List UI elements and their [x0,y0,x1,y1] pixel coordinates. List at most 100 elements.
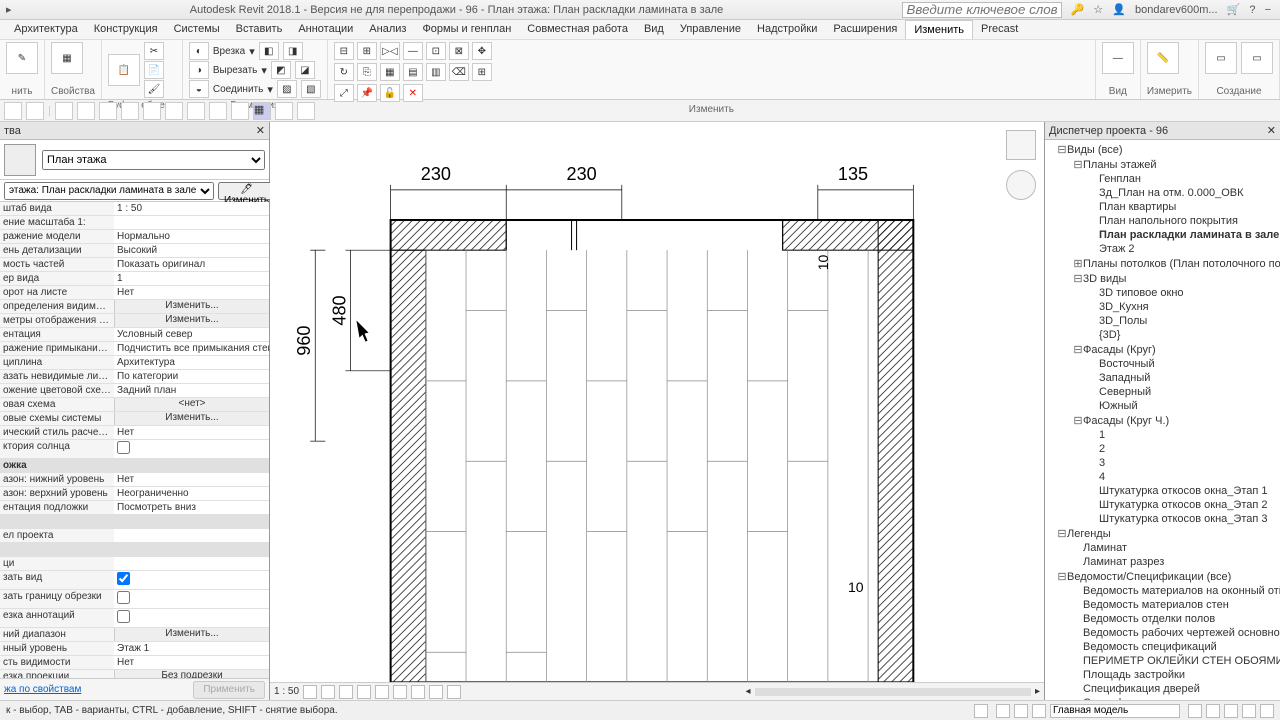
tree-node[interactable]: 3 [1045,456,1280,470]
match-icon[interactable]: 🖌 [144,80,164,98]
tree-node[interactable]: ПЕРИМЕТР ОКЛЕЙКИ СТЕН ОБОЯМИ [1045,654,1280,668]
tree-node[interactable]: Генплан [1045,172,1280,186]
create-button[interactable]: ▭ [1205,42,1237,74]
apply-button[interactable]: Применить [193,681,265,699]
tree-node[interactable]: Северный [1045,385,1280,399]
extend-icon[interactable]: — [403,42,423,60]
user-icon[interactable]: 👤 [1112,3,1126,16]
ribbon-tab[interactable]: Системы [166,20,228,39]
property-row[interactable]: азон: нижний уровеньНет [0,473,269,487]
cart-icon[interactable]: 🛒 [1227,3,1241,16]
ribbon-tab[interactable]: Конструкция [86,20,166,39]
cut-geom-icon[interactable]: ◑ [189,61,209,79]
properties-grid[interactable]: штаб вида1 : 50ение масштаба 1:ражение м… [0,202,269,678]
property-row[interactable]: ение масштаба 1: [0,216,269,230]
properties-help-link[interactable]: жа по свойствам [4,684,81,695]
tree-node[interactable]: ⊟Ведомости/Спецификации (все) [1045,569,1280,584]
tree-node[interactable]: 3D типовое окно [1045,286,1280,300]
property-row[interactable]: штаб вида1 : 50 [0,202,269,216]
workset-input[interactable] [1050,704,1180,718]
delete-icon[interactable]: ✕ [403,84,423,102]
tree-node[interactable]: ⊟Фасады (Круг Ч.) [1045,413,1280,428]
property-row[interactable]: овые схемы системыИзменить... [0,412,269,426]
property-row[interactable]: ентация подложкиПосмотреть вниз [0,501,269,515]
ribbon-tab[interactable]: Надстройки [749,20,825,39]
tree-node[interactable]: Ведомость материалов на оконный откос [1045,584,1280,598]
cope-icon[interactable]: ◐ [189,42,209,60]
property-row[interactable]: ожка [0,459,269,473]
offset-icon[interactable]: ⊞ [357,42,377,60]
property-row[interactable]: ражение моделиНормально [0,230,269,244]
property-row[interactable]: овая схема<нет> [0,398,269,412]
ribbon-tab[interactable]: Вставить [228,20,291,39]
property-row[interactable]: ел проекта [0,529,269,543]
browser-tree[interactable]: ⊟Виды (все)⊟Планы этажейГенпланЗд_План н… [1045,140,1280,700]
ribbon-tab[interactable]: Изменить [905,20,973,39]
ribbon-tab[interactable]: Анализ [361,20,414,39]
tree-node[interactable]: Зд_План на отм. 0.000_ОВК [1045,186,1280,200]
property-row[interactable]: сть видимостиНет [0,656,269,670]
tree-node[interactable]: План квартиры [1045,200,1280,214]
tree-node[interactable]: План раскладки ламината в зале [1045,228,1280,242]
ribbon-tab[interactable]: Расширения [825,20,905,39]
property-row[interactable]: циплинаАрхитектура [0,356,269,370]
tree-node[interactable]: Ламинат разрез [1045,555,1280,569]
cut-icon[interactable]: ✂ [144,42,164,60]
properties-button[interactable]: ▦ [51,42,83,74]
ribbon-tab[interactable]: Аннотации [290,20,361,39]
move-icon[interactable]: ✥ [472,42,492,60]
help-icon[interactable]: ? [1249,4,1255,16]
tree-node[interactable]: 1 [1045,428,1280,442]
rotate-icon[interactable]: ↻ [334,63,354,81]
copy-icon[interactable]: 📄 [144,61,164,79]
property-row[interactable]: ожение цветовой схемыЗадний план [0,384,269,398]
tree-node[interactable]: План напольного покрытия [1045,214,1280,228]
tree-node[interactable]: ⊟Фасады (Круг) [1045,342,1280,357]
copy-mod-icon[interactable]: ⎘ [357,63,377,81]
view-scale[interactable]: 1 : 50 [274,686,299,697]
ribbon-tab[interactable]: Вид [636,20,672,39]
property-row[interactable]: езка аннотаций [0,609,269,628]
scale-icon[interactable]: ⤢ [334,84,354,102]
tree-node[interactable]: Южный [1045,399,1280,413]
property-row[interactable]: орот на листеНет [0,286,269,300]
minimize-icon[interactable]: − [1265,4,1271,16]
tree-node[interactable]: ⊟Планы этажей [1045,157,1280,172]
property-row[interactable]: определения видимости/гр...Изменить... [0,300,269,314]
property-row[interactable]: ер вида1 [0,272,269,286]
tree-node[interactable]: 3D_Полы [1045,314,1280,328]
property-row[interactable]: метры отображения графи...Изменить... [0,314,269,328]
property-row[interactable]: ражение примыканий стенПодчистить все пр… [0,342,269,356]
property-row[interactable]: езка проекцииБез подрезки [0,670,269,678]
property-row[interactable]: мость частейПоказать оригинал [0,258,269,272]
tree-node[interactable]: 4 [1045,470,1280,484]
ribbon-tab[interactable]: Управление [672,20,749,39]
property-row[interactable]: ний диапазонИзменить... [0,628,269,642]
view-button[interactable]: — [1102,42,1134,74]
exchange-icon[interactable]: ☆ [1093,3,1103,16]
tree-node[interactable]: Западный [1045,371,1280,385]
property-row[interactable] [0,515,269,529]
close-icon[interactable]: ✕ [256,124,265,137]
array-icon[interactable]: ⊞ [472,63,492,81]
tree-node[interactable]: Ведомость отделки полов [1045,612,1280,626]
paste-button[interactable]: 📋 [108,54,140,86]
tree-node[interactable]: Площадь застройки [1045,668,1280,682]
tree-node[interactable]: Штукатурка откосов окна_Этап 2 [1045,498,1280,512]
property-row[interactable]: зать вид [0,571,269,590]
tree-node[interactable]: 2 [1045,442,1280,456]
tree-node[interactable]: Ведомость материалов стен [1045,598,1280,612]
property-row[interactable] [0,543,269,557]
align-icon[interactable]: ⊟ [334,42,354,60]
search-input[interactable] [902,2,1062,18]
subscription-icon[interactable]: 🔑 [1071,3,1085,16]
join-icon[interactable]: ◒ [189,80,209,98]
tree-node[interactable]: Ведомость рабочих чертежей основного ком… [1045,626,1280,640]
tree-node[interactable]: Спецификация напольного плинтуса [1045,696,1280,700]
ribbon-tab[interactable]: Архитектура [6,20,86,39]
tree-node[interactable]: ⊟3D виды [1045,271,1280,286]
tree-node[interactable]: ⊟Виды (все) [1045,142,1280,157]
property-row[interactable]: азать невидимые линииПо категории [0,370,269,384]
tree-node[interactable]: ⊟Легенды [1045,526,1280,541]
tree-node[interactable]: 3D_Кухня [1045,300,1280,314]
